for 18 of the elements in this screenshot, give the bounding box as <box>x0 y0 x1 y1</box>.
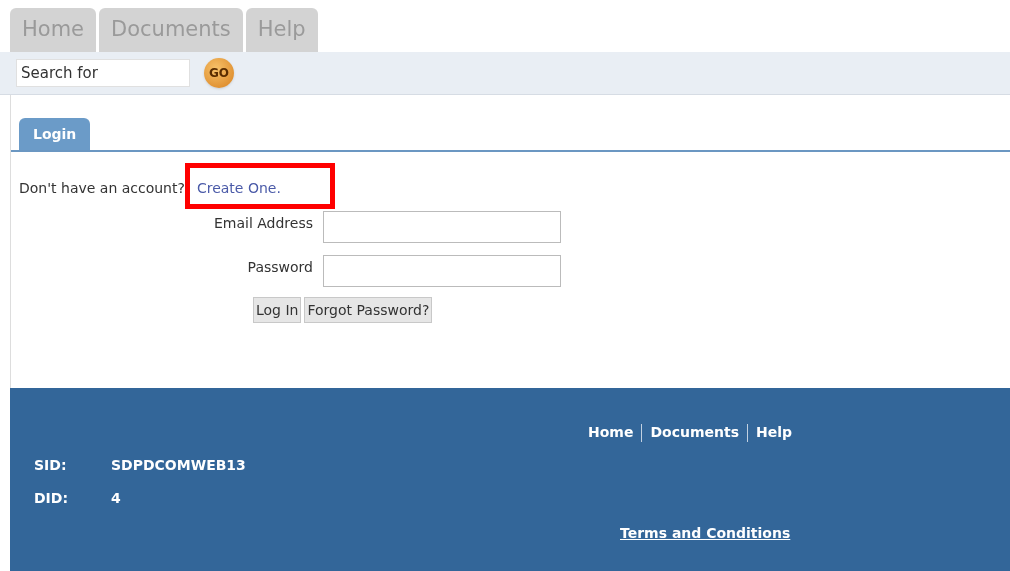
forgot-password-button[interactable]: Forgot Password? <box>304 297 433 323</box>
terms-link[interactable]: Terms and Conditions <box>620 523 791 544</box>
field-label: Email Address <box>212 214 313 233</box>
footer-link[interactable]: Help <box>756 422 793 443</box>
create-account-link[interactable]: Create One. <box>196 180 281 196</box>
signup-prompt: Don't have an account? <box>19 179 185 198</box>
footer-link[interactable]: Home <box>588 422 634 443</box>
info-label: SID: <box>34 456 68 475</box>
search-field[interactable]: Search for <box>16 59 190 87</box>
password-field[interactable] <box>323 255 561 287</box>
info-value: 4 <box>111 489 121 508</box>
footer-link[interactable]: Documents <box>650 422 739 443</box>
info-label: DID: <box>34 489 70 508</box>
field-label: Password <box>246 258 313 277</box>
go-button[interactable]: GO <box>204 58 234 88</box>
login-button[interactable]: Log In <box>253 297 302 323</box>
info-value: SDPDCOMWEB13 <box>111 456 246 475</box>
email-field[interactable] <box>323 211 561 243</box>
